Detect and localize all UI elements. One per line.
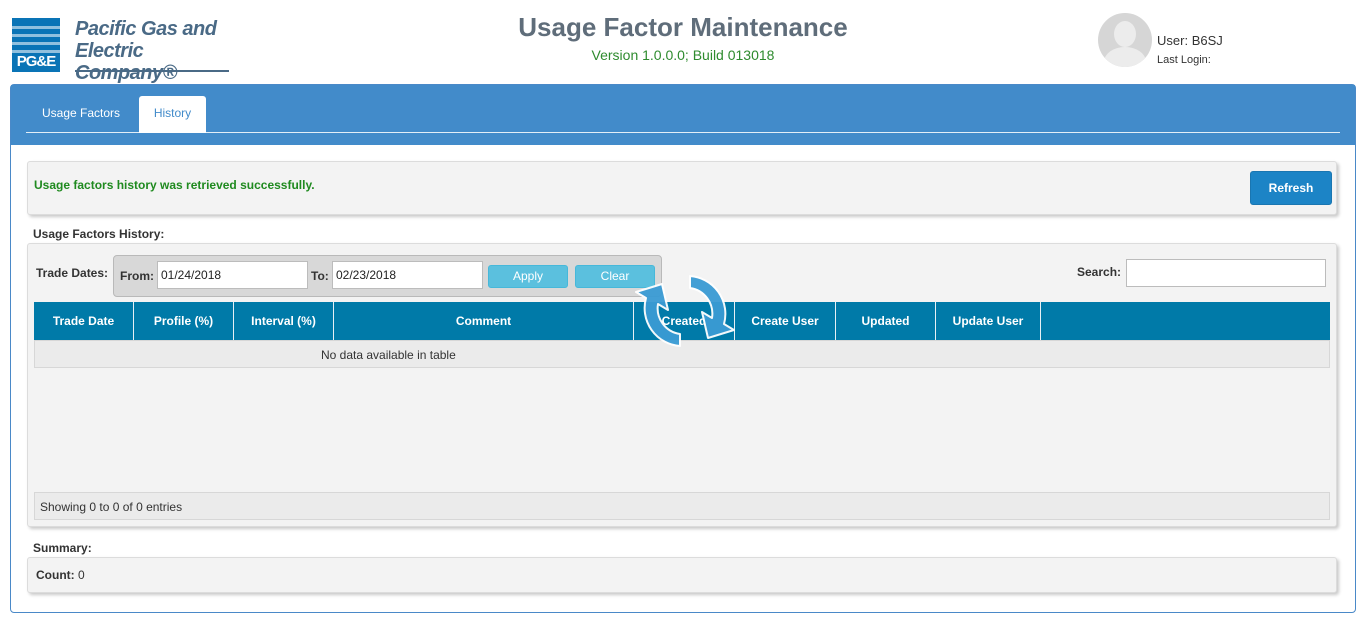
column-comment[interactable]: Comment <box>334 302 634 340</box>
empty-table-text: No data available in table <box>321 348 456 362</box>
tab-bar: Usage Factors History <box>11 85 1355 145</box>
column-updated[interactable]: Updated <box>836 302 936 340</box>
apply-button[interactable]: Apply <box>488 265 568 288</box>
from-date-input[interactable] <box>157 261 308 289</box>
column-interval[interactable]: Interval (%) <box>234 302 334 340</box>
from-label: From: <box>120 269 154 283</box>
message-panel: Usage factors history was retrieved succ… <box>27 161 1337 215</box>
table-info: Showing 0 to 0 of 0 entries <box>34 492 1330 520</box>
column-update-user[interactable]: Update User <box>936 302 1041 340</box>
count-label: Count: <box>36 568 75 582</box>
tab-divider <box>26 132 1340 133</box>
date-range-filter: From: To: Apply Clear <box>113 255 662 297</box>
tab-history[interactable]: History <box>139 96 206 133</box>
search-input[interactable] <box>1126 259 1326 287</box>
page-header: PG&E Pacific Gas and Electric Company® U… <box>0 0 1366 84</box>
to-label: To: <box>311 269 329 283</box>
user-name: B6SJ <box>1191 33 1223 48</box>
refresh-spinner-icon <box>635 275 735 347</box>
user-label: User: <box>1157 33 1189 48</box>
summary-panel: Count: 0 <box>27 557 1337 593</box>
to-date-input[interactable] <box>332 261 483 289</box>
user-avatar-icon <box>1098 13 1152 67</box>
success-message: Usage factors history was retrieved succ… <box>34 178 315 192</box>
refresh-button[interactable]: Refresh <box>1250 171 1332 205</box>
summary-section-label: Summary: <box>33 541 92 555</box>
logo-underline <box>75 70 229 72</box>
count-value: 0 <box>78 568 85 582</box>
entries-info: Showing 0 to 0 of 0 entries <box>40 500 183 514</box>
column-trade-date[interactable]: Trade Date <box>34 302 134 340</box>
trade-dates-label: Trade Dates: <box>36 266 109 280</box>
history-section-label: Usage Factors History: <box>33 227 165 241</box>
last-login: Last Login: <box>1157 54 1211 66</box>
column-create-user[interactable]: Create User <box>735 302 836 340</box>
user-info: User: B6SJ <box>1157 33 1223 48</box>
search-label: Search: <box>1077 265 1122 279</box>
tab-usage-factors[interactable]: Usage Factors <box>26 96 136 133</box>
column-profile[interactable]: Profile (%) <box>134 302 234 340</box>
